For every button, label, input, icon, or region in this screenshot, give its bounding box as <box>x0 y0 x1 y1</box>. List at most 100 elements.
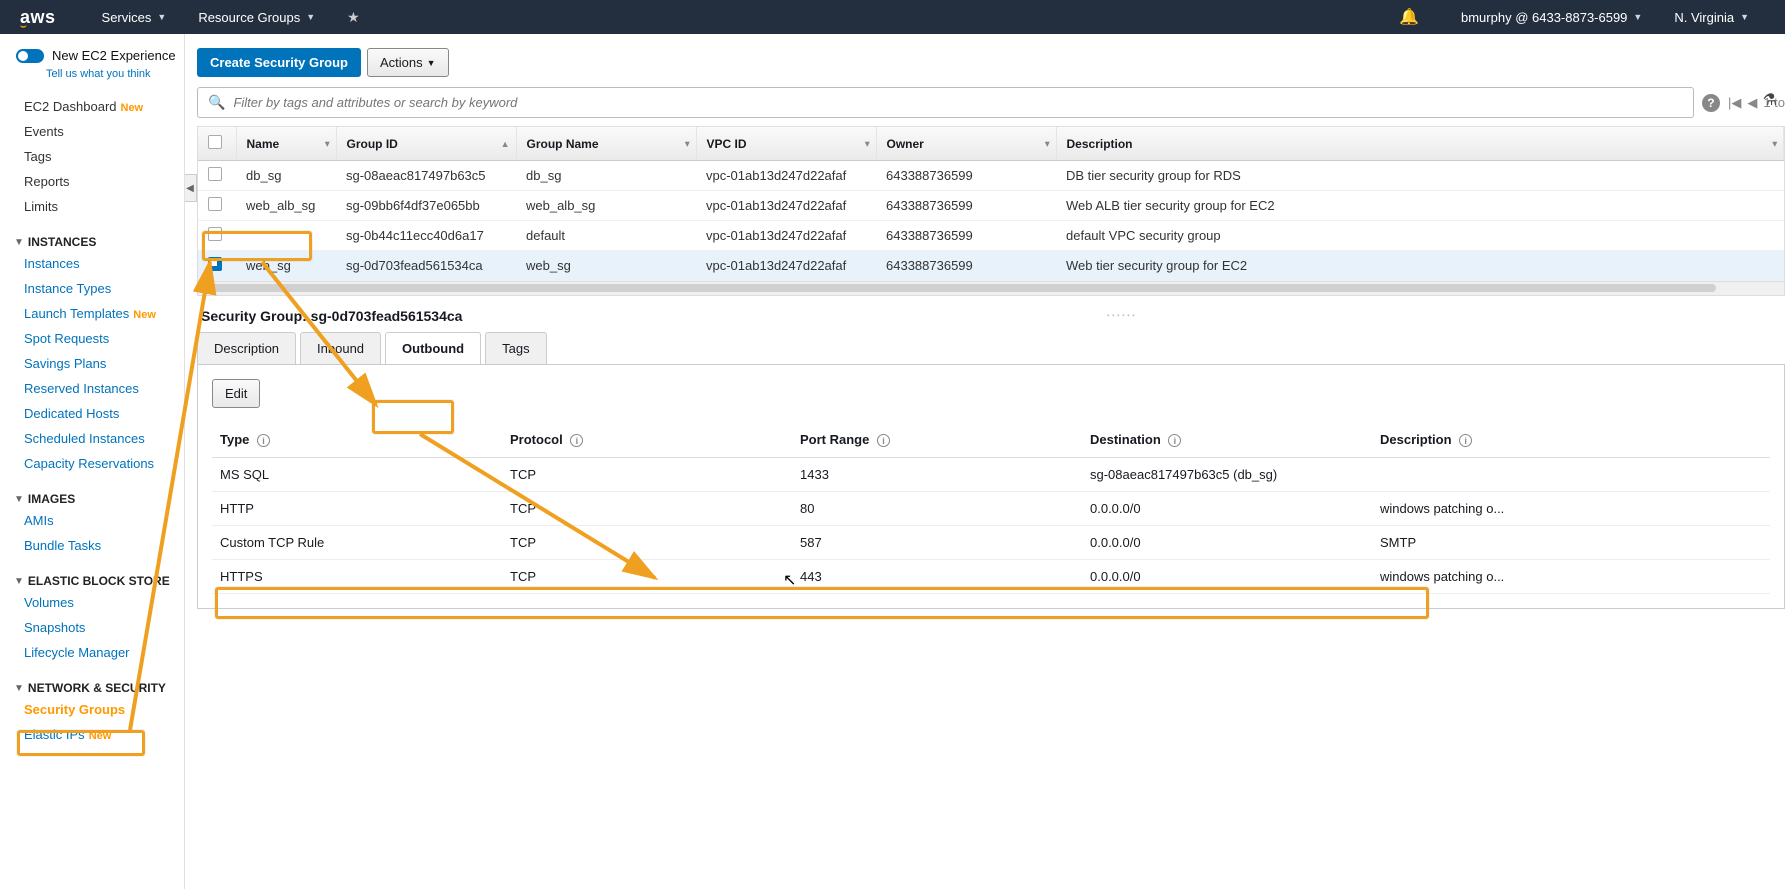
column-description[interactable]: Description▾ <box>1056 127 1784 161</box>
table-row[interactable]: sg-0b44c11ecc40d6a17defaultvpc-01ab13d24… <box>198 221 1784 251</box>
info-icon[interactable]: i <box>1459 434 1472 447</box>
rule-cell-desc: SMTP <box>1372 526 1770 560</box>
table-row[interactable]: web_alb_sgsg-09bb6f4df37e065bbweb_alb_sg… <box>198 191 1784 221</box>
tab-inbound[interactable]: Inbound <box>300 332 381 364</box>
info-icon[interactable]: i <box>877 434 890 447</box>
security-groups-table: Name▾Group ID▲Group Name▾VPC ID▾Owner▾De… <box>197 126 1785 282</box>
sidebar-item-events[interactable]: Events <box>10 119 184 144</box>
section-instances[interactable]: ▼INSTANCES <box>10 233 184 251</box>
rule-cell-dest: 0.0.0.0/0 <box>1082 560 1372 594</box>
sidebar-item-limits[interactable]: Limits <box>10 194 184 219</box>
rule-cell-type: HTTPS <box>212 560 502 594</box>
chevron-down-icon: ▼ <box>306 12 315 22</box>
section-network[interactable]: ▼NETWORK & SECURITY <box>10 679 184 697</box>
sidebar-collapse-button[interactable]: ◀ <box>185 174 197 202</box>
horizontal-scrollbar[interactable] <box>197 282 1785 296</box>
chevron-down-icon: ▼ <box>1740 12 1749 22</box>
account-menu[interactable]: bmurphy @ 6433-8873-6599▼ <box>1445 10 1658 25</box>
rule-cell-proto: TCP <box>502 526 792 560</box>
sidebar-item-spot-requests[interactable]: Spot Requests <box>10 326 184 351</box>
sidebar-item-snapshots[interactable]: Snapshots <box>10 615 184 640</box>
sidebar-item-volumes[interactable]: Volumes <box>10 590 184 615</box>
info-icon[interactable]: i <box>570 434 583 447</box>
cell-desc: Web ALB tier security group for EC2 <box>1056 191 1784 221</box>
select-all-checkbox[interactable] <box>208 135 222 149</box>
row-checkbox[interactable] <box>208 197 222 211</box>
row-checkbox[interactable] <box>208 257 222 271</box>
sidebar-item-instances[interactable]: Instances <box>10 251 184 276</box>
table-row[interactable]: db_sgsg-08aeac817497b63c5db_sgvpc-01ab13… <box>198 161 1784 191</box>
bell-icon[interactable]: 🔔 <box>1383 7 1435 27</box>
rule-column-type: Type i <box>212 422 502 458</box>
sidebar-item-amis[interactable]: AMIs <box>10 508 184 533</box>
section-ebs[interactable]: ▼ELASTIC BLOCK STORE <box>10 572 184 590</box>
column-owner[interactable]: Owner▾ <box>876 127 1056 161</box>
column-group-name[interactable]: Group Name▾ <box>516 127 696 161</box>
tab-outbound[interactable]: Outbound <box>385 332 481 364</box>
new-experience-toggle[interactable] <box>16 49 44 63</box>
column-name[interactable]: Name▾ <box>236 127 336 161</box>
sidebar-item-reserved-instances[interactable]: Reserved Instances <box>10 376 184 401</box>
sidebar-item-instance-types[interactable]: Instance Types <box>10 276 184 301</box>
sidebar-item-capacity-reservations[interactable]: Capacity Reservations <box>10 451 184 476</box>
info-icon[interactable]: i <box>1168 434 1181 447</box>
edit-button[interactable]: Edit <box>212 379 260 408</box>
actions-button[interactable]: Actions▼ <box>367 48 449 77</box>
new-experience-toggle-row: New EC2 Experience <box>10 44 184 67</box>
sidebar-item-dedicated-hosts[interactable]: Dedicated Hosts <box>10 401 184 426</box>
sort-icon: ▾ <box>1772 138 1777 149</box>
sidebar-item-bundle-tasks[interactable]: Bundle Tasks <box>10 533 184 558</box>
search-input[interactable] <box>233 95 1683 110</box>
section-images[interactable]: ▼IMAGES <box>10 490 184 508</box>
caret-down-icon: ▼ <box>14 237 24 248</box>
search-box[interactable]: 🔍 <box>197 87 1694 118</box>
new-badge: New <box>121 102 144 114</box>
pin-icon[interactable]: ★ <box>331 9 376 26</box>
detail-title: Security Group: sg-0d703fead561534ca <box>201 308 462 324</box>
sidebar-item-savings-plans[interactable]: Savings Plans <box>10 351 184 376</box>
tab-description[interactable]: Description <box>197 332 296 364</box>
outbound-rules-table: Type iProtocol iPort Range iDestination … <box>212 422 1770 594</box>
aws-logo[interactable]: aws⌣ <box>20 7 56 28</box>
first-page-icon[interactable]: |◀ <box>1728 95 1741 111</box>
row-checkbox[interactable] <box>208 167 222 181</box>
cursor-icon: ↖ <box>783 570 796 590</box>
sidebar-item-launch-templates[interactable]: Launch TemplatesNew <box>10 301 184 326</box>
sidebar-item-ec2-dashboard[interactable]: EC2 DashboardNew <box>10 94 184 119</box>
panel-drag-handle[interactable]: ∙∙∙∙∙∙ <box>1107 310 1137 322</box>
sidebar-item-security-groups[interactable]: Security Groups <box>10 697 184 722</box>
row-checkbox[interactable] <box>208 227 222 241</box>
search-icon: 🔍 <box>208 94 225 111</box>
tab-tags[interactable]: Tags <box>485 332 546 364</box>
sidebar-item-lifecycle-manager[interactable]: Lifecycle Manager <box>10 640 184 665</box>
resource-groups-menu[interactable]: Resource Groups▼ <box>182 10 331 25</box>
prev-page-icon[interactable]: ◀ <box>1747 95 1757 111</box>
new-badge: New <box>133 309 156 321</box>
sort-icon: ▾ <box>1045 138 1050 149</box>
sidebar-item-reports[interactable]: Reports <box>10 169 184 194</box>
sort-icon: ▲ <box>501 139 510 149</box>
rule-cell-proto: TCP <box>502 560 792 594</box>
rule-cell-port: 587 <box>792 526 1082 560</box>
sidebar-item-tags[interactable]: Tags <box>10 144 184 169</box>
info-icon[interactable]: i <box>257 434 270 447</box>
rule-cell-proto: TCP <box>502 492 792 526</box>
create-security-group-button[interactable]: Create Security Group <box>197 48 361 77</box>
chevron-down-icon: ▼ <box>1633 12 1642 22</box>
help-icon[interactable]: ? <box>1702 94 1720 112</box>
rule-row: HTTPSTCP4430.0.0.0/0windows patching o..… <box>212 560 1770 594</box>
column-vpc-id[interactable]: VPC ID▾ <box>696 127 876 161</box>
column-group-id[interactable]: Group ID▲ <box>336 127 516 161</box>
flask-icon[interactable]: ⚗ <box>1763 90 1777 110</box>
services-menu[interactable]: Services▼ <box>86 10 183 25</box>
sidebar-item-elastic-ips[interactable]: Elastic IPsNew <box>10 722 184 747</box>
region-menu[interactable]: N. Virginia▼ <box>1658 10 1765 25</box>
feedback-link[interactable]: Tell us what you think <box>46 68 184 80</box>
sidebar-item-scheduled-instances[interactable]: Scheduled Instances <box>10 426 184 451</box>
chevron-down-icon: ▼ <box>157 12 166 22</box>
cell-name: web_sg <box>236 251 336 281</box>
table-row[interactable]: web_sgsg-0d703fead561534caweb_sgvpc-01ab… <box>198 251 1784 281</box>
main-content: ◀ Create Security Group Actions▼ ⚗ 🔍 ? |… <box>185 34 1785 889</box>
cell-desc: DB tier security group for RDS <box>1056 161 1784 191</box>
rule-column-destination: Destination i <box>1082 422 1372 458</box>
